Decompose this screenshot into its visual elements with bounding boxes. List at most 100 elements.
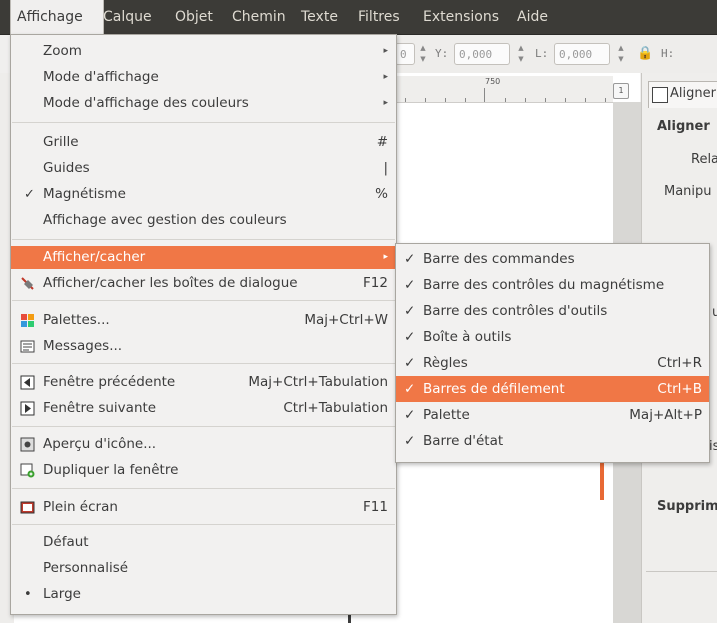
ruler-corner-button[interactable]: 1	[613, 83, 629, 99]
menu-item-large[interactable]: • Large	[11, 583, 396, 606]
h-label: H:	[661, 47, 675, 60]
w-field[interactable]: 0,000	[554, 43, 610, 65]
submenu-item-rulers[interactable]: ✓ Règles Ctrl+R	[396, 350, 709, 376]
menu-extensions[interactable]: Extensions	[423, 0, 499, 34]
y-spin-arrows[interactable]: ▲ ▼	[515, 43, 527, 65]
chevron-right-icon: ▸	[383, 252, 388, 262]
chevron-right-icon: ▸	[383, 72, 388, 82]
menu-separator	[12, 488, 395, 489]
y-label: Y:	[435, 47, 449, 60]
submenu-item-status-bar[interactable]: ✓ Barre d'état	[396, 428, 709, 454]
shortcut-label: Maj+Alt+P	[629, 407, 702, 423]
dock-partial-text: u	[712, 305, 717, 320]
ruler-tick	[585, 98, 586, 102]
menu-item-guides[interactable]: Guides |	[11, 157, 396, 180]
menu-affichage[interactable]: Affichage	[10, 0, 104, 34]
checkmark-icon: ✓	[404, 433, 416, 449]
menu-item-fullscreen[interactable]: Plein écran F11	[11, 496, 396, 519]
affichage-dropdown: Zoom ▸ Mode d'affichage ▸ Mode d'affichage…	[10, 34, 397, 615]
checkmark-icon: ✓	[404, 407, 416, 423]
checkmark-icon: ✓	[404, 277, 416, 293]
shortcut-label: F12	[363, 275, 388, 291]
shortcut-label: Ctrl+B	[657, 381, 702, 397]
shortcut-label: Maj+Ctrl+Tabulation	[248, 374, 388, 390]
messages-icon	[20, 340, 35, 353]
ruler-label: 750	[485, 77, 501, 86]
menu-item-color-managed-view[interactable]: Affichage avec gestion des couleurs	[11, 209, 396, 232]
menu-separator	[12, 426, 395, 427]
y-field[interactable]: 0,000	[454, 43, 510, 65]
submenu-item-commands-bar[interactable]: ✓ Barre des commandes	[396, 246, 709, 272]
ruler-tick	[505, 98, 506, 102]
ruler-tick	[425, 98, 426, 102]
menu-item-next-window[interactable]: Fenêtre suivante Ctrl+Tabulation	[11, 397, 396, 420]
menu-item-palettes[interactable]: Palettes... Maj+Ctrl+W	[11, 309, 396, 332]
menu-separator	[12, 363, 395, 364]
lock-icon[interactable]: 🔒	[637, 43, 653, 65]
menu-calque[interactable]: Calque	[103, 0, 152, 34]
palette-icon	[21, 314, 34, 327]
checkmark-icon: ✓	[404, 329, 416, 345]
dock-partial-text: is	[709, 439, 717, 454]
menu-aide[interactable]: Aide	[517, 0, 548, 34]
align-icon	[652, 87, 668, 103]
show-hide-submenu: ✓ Barre des commandes ✓ Barre des contrô…	[395, 243, 710, 463]
x-field[interactable]: 0	[395, 43, 415, 65]
menu-separator	[12, 524, 395, 525]
menu-item-previous-window[interactable]: Fenêtre précédente Maj+Ctrl+Tabulation	[11, 371, 396, 394]
submenu-item-palette[interactable]: ✓ Palette Maj+Alt+P	[396, 402, 709, 428]
w-spin-arrows[interactable]: ▲ ▼	[615, 43, 627, 65]
previous-window-icon	[20, 375, 35, 390]
menu-item-icon-preview[interactable]: Aperçu d'icône...	[11, 433, 396, 456]
show-hide-dialogs-icon	[21, 277, 34, 290]
menu-separator	[12, 300, 395, 301]
dock-tab-aligner[interactable]: Aligner	[648, 81, 717, 108]
next-window-icon	[20, 401, 35, 416]
menu-objet[interactable]: Objet	[175, 0, 213, 34]
menu-item-custom[interactable]: Personnalisé	[11, 557, 396, 580]
menu-item-snapping[interactable]: ✓ Magnétisme%	[11, 183, 396, 206]
radio-bullet-icon: •	[24, 587, 32, 602]
shortcut-label: Maj+Ctrl+W	[304, 312, 388, 328]
shortcut-label: Ctrl+Tabulation	[283, 400, 388, 416]
checkmark-icon: ✓	[24, 187, 35, 202]
horizontal-ruler[interactable]: 750	[395, 76, 613, 103]
menu-item-color-display-mode[interactable]: Mode d'affichage des couleurs ▸	[11, 92, 396, 115]
menu-chemin[interactable]: Chemin	[232, 0, 286, 34]
menu-item-show-hide-dialogs[interactable]: Afficher/cacher les boîtes de dialogue F1…	[11, 272, 396, 295]
dock-tab-label: Aligner	[670, 86, 716, 101]
submenu-item-toolbox[interactable]: ✓ Boîte à outils	[396, 324, 709, 350]
menu-item-messages[interactable]: Messages...	[11, 335, 396, 358]
checkmark-icon: ✓	[404, 303, 416, 319]
menu-item-duplicate-window[interactable]: Dupliquer la fenêtre	[11, 459, 396, 482]
tool-controls-bar: 0 ▲ ▼ Y: 0,000 ▲ ▼ L: 0,000 ▲ ▼ 🔒 H:	[395, 35, 717, 73]
duplicate-window-icon	[20, 463, 35, 478]
menu-filtres[interactable]: Filtres	[358, 0, 400, 34]
shortcut-label: #	[376, 134, 388, 150]
ruler-tick	[405, 98, 406, 102]
submenu-item-scrollbars[interactable]: ✓ Barres de défilement Ctrl+B	[396, 376, 709, 402]
fullscreen-icon	[20, 501, 35, 514]
menu-item-default[interactable]: Défaut	[11, 531, 396, 554]
checkmark-icon: ✓	[404, 355, 416, 371]
menu-item-zoom[interactable]: Zoom ▸	[11, 40, 396, 63]
menu-separator	[12, 122, 395, 123]
ruler-tick	[605, 98, 606, 102]
menu-texte[interactable]: Texte	[301, 0, 338, 34]
submenu-item-snap-controls-bar[interactable]: ✓ Barre des contrôles du magnétisme	[396, 272, 709, 298]
chevron-right-icon: ▸	[383, 46, 388, 56]
menu-item-display-mode[interactable]: Mode d'affichage ▸	[11, 66, 396, 89]
chevron-right-icon: ▸	[383, 98, 388, 108]
aligner-heading: Aligner	[657, 119, 710, 134]
shortcut-label: |	[383, 160, 388, 176]
menu-item-grid[interactable]: Grille #	[11, 131, 396, 154]
shortcut-label: F11	[363, 499, 388, 515]
ruler-tick	[525, 98, 526, 102]
icon-preview-icon	[20, 437, 35, 452]
submenu-item-tool-controls-bar[interactable]: ✓ Barre des contrôles d'outils	[396, 298, 709, 324]
menu-item-show-hide[interactable]: Afficher/cacher ▸	[11, 246, 396, 269]
ruler-tick	[565, 98, 566, 102]
delete-heading: Supprim	[657, 499, 717, 514]
x-spin-arrows[interactable]: ▲ ▼	[417, 43, 429, 65]
menu-separator	[12, 239, 395, 240]
